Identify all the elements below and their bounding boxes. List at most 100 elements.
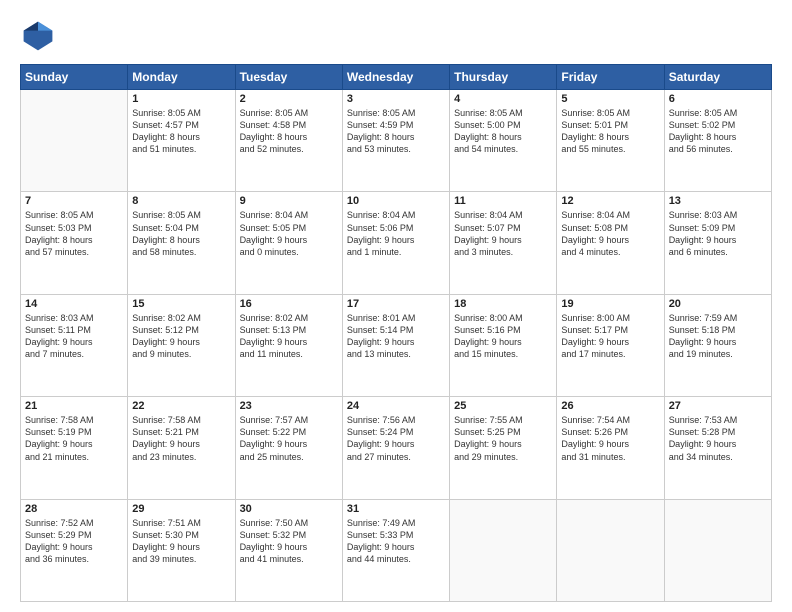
day-number: 8 [132, 195, 230, 207]
day-info: Sunrise: 7:59 AM Sunset: 5:18 PM Dayligh… [669, 312, 767, 361]
calendar-cell: 24 Sunrise: 7:56 AM Sunset: 5:24 PM Dayli… [342, 397, 449, 499]
day-info: Sunrise: 8:05 AM Sunset: 5:03 PM Dayligh… [25, 209, 123, 258]
calendar-cell: 10Sunrise: 8:04 AM Sunset: 5:06 PM Dayli… [342, 192, 449, 294]
day-info: Sunrise: 7:55 AM Sunset: 5:25 PM Dayligh… [454, 414, 552, 463]
weekday-header-tuesday: Tuesday [235, 65, 342, 90]
calendar-cell: 28Sunrise: 7:52 AM Sunset: 5:29 PM Dayli… [21, 499, 128, 601]
day-number: 30 [240, 503, 338, 515]
day-number: 5 [561, 93, 659, 105]
day-number: 31 [347, 503, 445, 515]
day-number: 20 [669, 298, 767, 310]
calendar-body: 1 Sunrise: 8:05 AM Sunset: 4:57 PM Daylig… [21, 90, 772, 602]
day-number: 22 [132, 400, 230, 412]
day-number: 21 [25, 400, 123, 412]
day-info: Sunrise: 8:05 AM Sunset: 4:58 PM Dayligh… [240, 107, 338, 156]
day-info: Sunrise: 8:05 AM Sunset: 5:02 PM Dayligh… [669, 107, 767, 156]
day-info: Sunrise: 8:02 AM Sunset: 5:13 PM Dayligh… [240, 312, 338, 361]
day-number: 29 [132, 503, 230, 515]
calendar-cell: 20 Sunrise: 7:59 AM Sunset: 5:18 PM Dayli… [664, 294, 771, 396]
calendar-cell: 30 Sunrise: 7:50 AM Sunset: 5:32 PM Dayli… [235, 499, 342, 601]
day-number: 6 [669, 93, 767, 105]
calendar-cell: 14 Sunrise: 8:03 AM Sunset: 5:11 PM Dayli… [21, 294, 128, 396]
calendar-cell: 7 Sunrise: 8:05 AM Sunset: 5:03 PM Daylig… [21, 192, 128, 294]
day-number: 7 [25, 195, 123, 207]
day-number: 15 [132, 298, 230, 310]
day-number: 27 [669, 400, 767, 412]
calendar-cell: 18Sunrise: 8:00 AM Sunset: 5:16 PM Dayli… [450, 294, 557, 396]
calendar-cell [21, 90, 128, 192]
calendar-cell: 22Sunrise: 7:58 AM Sunset: 5:21 PM Dayli… [128, 397, 235, 499]
calendar-cell: 8 Sunrise: 8:05 AM Sunset: 5:04 PM Daylig… [128, 192, 235, 294]
day-number: 11 [454, 195, 552, 207]
day-info: Sunrise: 8:04 AM Sunset: 5:05 PM Dayligh… [240, 209, 338, 258]
day-info: Sunrise: 8:04 AM Sunset: 5:07 PM Dayligh… [454, 209, 552, 258]
weekday-header-saturday: Saturday [664, 65, 771, 90]
calendar-cell [664, 499, 771, 601]
day-info: Sunrise: 8:00 AM Sunset: 5:17 PM Dayligh… [561, 312, 659, 361]
day-number: 23 [240, 400, 338, 412]
calendar-cell: 2 Sunrise: 8:05 AM Sunset: 4:58 PM Daylig… [235, 90, 342, 192]
calendar-cell [450, 499, 557, 601]
day-number: 9 [240, 195, 338, 207]
day-info: Sunrise: 7:57 AM Sunset: 5:22 PM Dayligh… [240, 414, 338, 463]
day-number: 24 [347, 400, 445, 412]
day-number: 16 [240, 298, 338, 310]
day-number: 17 [347, 298, 445, 310]
calendar-cell: 19 Sunrise: 8:00 AM Sunset: 5:17 PM Dayli… [557, 294, 664, 396]
calendar-cell: 21 Sunrise: 7:58 AM Sunset: 5:19 PM Dayli… [21, 397, 128, 499]
day-info: Sunrise: 8:05 AM Sunset: 4:57 PM Dayligh… [132, 107, 230, 156]
calendar-cell: 31 Sunrise: 7:49 AM Sunset: 5:33 PM Dayli… [342, 499, 449, 601]
calendar-cell: 6 Sunrise: 8:05 AM Sunset: 5:02 PM Daylig… [664, 90, 771, 192]
weekday-header-friday: Friday [557, 65, 664, 90]
calendar-cell: 17 Sunrise: 8:01 AM Sunset: 5:14 PM Dayli… [342, 294, 449, 396]
day-number: 28 [25, 503, 123, 515]
day-info: Sunrise: 8:05 AM Sunset: 5:04 PM Dayligh… [132, 209, 230, 258]
day-info: Sunrise: 7:50 AM Sunset: 5:32 PM Dayligh… [240, 517, 338, 566]
day-info: Sunrise: 7:54 AM Sunset: 5:26 PM Dayligh… [561, 414, 659, 463]
logo [20, 18, 60, 54]
calendar-cell: 16 Sunrise: 8:02 AM Sunset: 5:13 PM Dayli… [235, 294, 342, 396]
calendar-cell: 9 Sunrise: 8:04 AM Sunset: 5:05 PM Daylig… [235, 192, 342, 294]
calendar-cell: 11 Sunrise: 8:04 AM Sunset: 5:07 PM Dayli… [450, 192, 557, 294]
day-number: 19 [561, 298, 659, 310]
calendar-cell [557, 499, 664, 601]
day-number: 14 [25, 298, 123, 310]
calendar-cell: 26Sunrise: 7:54 AM Sunset: 5:26 PM Dayli… [557, 397, 664, 499]
day-info: Sunrise: 8:00 AM Sunset: 5:16 PM Dayligh… [454, 312, 552, 361]
day-info: Sunrise: 7:58 AM Sunset: 5:19 PM Dayligh… [25, 414, 123, 463]
calendar-week-3: 14 Sunrise: 8:03 AM Sunset: 5:11 PM Dayli… [21, 294, 772, 396]
calendar-header: SundayMondayTuesdayWednesdayThursdayFrid… [21, 65, 772, 90]
day-number: 13 [669, 195, 767, 207]
day-info: Sunrise: 8:03 AM Sunset: 5:11 PM Dayligh… [25, 312, 123, 361]
calendar-cell: 27Sunrise: 7:53 AM Sunset: 5:28 PM Dayli… [664, 397, 771, 499]
calendar-week-1: 1 Sunrise: 8:05 AM Sunset: 4:57 PM Daylig… [21, 90, 772, 192]
page: SundayMondayTuesdayWednesdayThursdayFrid… [0, 0, 792, 612]
day-info: Sunrise: 8:05 AM Sunset: 4:59 PM Dayligh… [347, 107, 445, 156]
day-info: Sunrise: 8:04 AM Sunset: 5:08 PM Dayligh… [561, 209, 659, 258]
day-info: Sunrise: 8:01 AM Sunset: 5:14 PM Dayligh… [347, 312, 445, 361]
weekday-header-wednesday: Wednesday [342, 65, 449, 90]
day-number: 2 [240, 93, 338, 105]
calendar-cell: 1 Sunrise: 8:05 AM Sunset: 4:57 PM Daylig… [128, 90, 235, 192]
calendar-week-5: 28Sunrise: 7:52 AM Sunset: 5:29 PM Dayli… [21, 499, 772, 601]
calendar-cell: 25Sunrise: 7:55 AM Sunset: 5:25 PM Dayli… [450, 397, 557, 499]
weekday-header-row: SundayMondayTuesdayWednesdayThursdayFrid… [21, 65, 772, 90]
day-info: Sunrise: 8:05 AM Sunset: 5:01 PM Dayligh… [561, 107, 659, 156]
day-number: 1 [132, 93, 230, 105]
calendar-cell: 12 Sunrise: 8:04 AM Sunset: 5:08 PM Dayli… [557, 192, 664, 294]
day-number: 12 [561, 195, 659, 207]
day-number: 3 [347, 93, 445, 105]
calendar-week-4: 21 Sunrise: 7:58 AM Sunset: 5:19 PM Dayli… [21, 397, 772, 499]
day-info: Sunrise: 8:02 AM Sunset: 5:12 PM Dayligh… [132, 312, 230, 361]
day-number: 10 [347, 195, 445, 207]
day-info: Sunrise: 8:03 AM Sunset: 5:09 PM Dayligh… [669, 209, 767, 258]
day-info: Sunrise: 7:49 AM Sunset: 5:33 PM Dayligh… [347, 517, 445, 566]
calendar-cell: 29Sunrise: 7:51 AM Sunset: 5:30 PM Dayli… [128, 499, 235, 601]
day-number: 4 [454, 93, 552, 105]
calendar-cell: 13 Sunrise: 8:03 AM Sunset: 5:09 PM Dayli… [664, 192, 771, 294]
day-info: Sunrise: 7:56 AM Sunset: 5:24 PM Dayligh… [347, 414, 445, 463]
logo-icon [20, 18, 56, 54]
weekday-header-sunday: Sunday [21, 65, 128, 90]
calendar-cell: 23 Sunrise: 7:57 AM Sunset: 5:22 PM Dayli… [235, 397, 342, 499]
day-info: Sunrise: 8:05 AM Sunset: 5:00 PM Dayligh… [454, 107, 552, 156]
